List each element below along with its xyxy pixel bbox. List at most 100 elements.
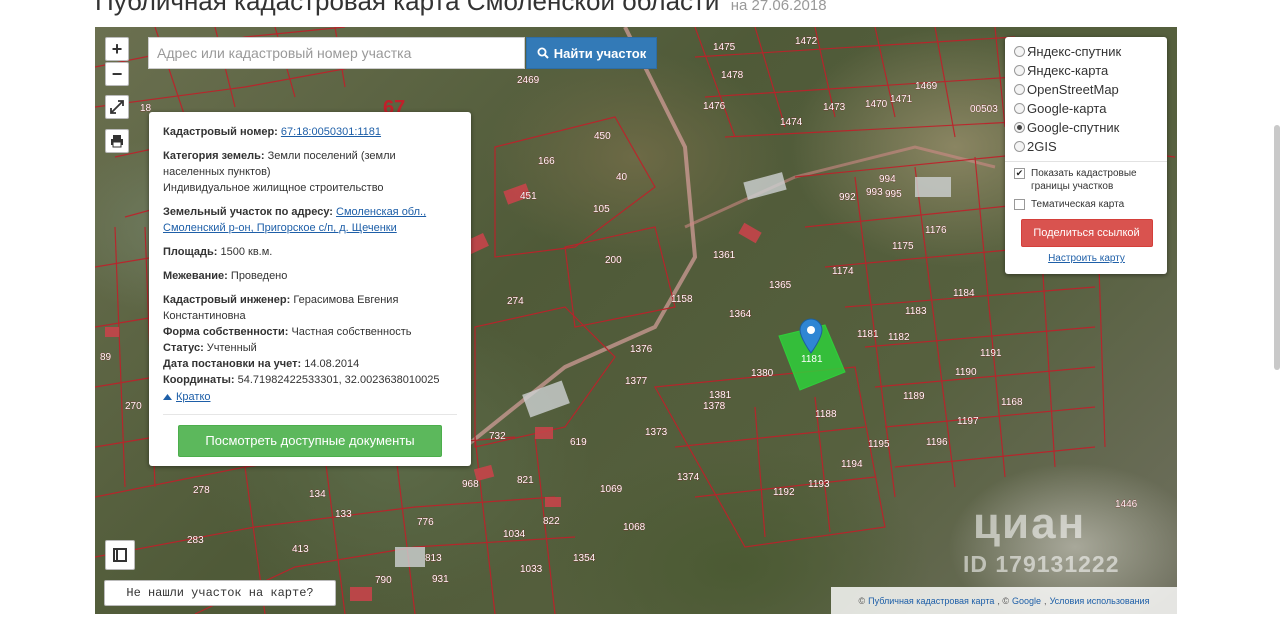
permitted-use-value: Индивидуальное жилищное строительство <box>163 182 384 194</box>
attribution-pkk-link[interactable]: Публичная кадастровая карта <box>868 596 994 606</box>
plot-label: 270 <box>125 401 142 412</box>
plot-label: 274 <box>507 296 524 307</box>
plot-label: 450 <box>594 131 611 142</box>
cadastral-number-label: Кадастровый номер: <box>163 126 278 138</box>
plot-label: 283 <box>187 535 204 546</box>
plot-label: 1184 <box>953 288 975 299</box>
plot-label: 1034 <box>503 529 526 540</box>
plot-label: 1183 <box>905 306 927 317</box>
plot-not-found-button[interactable]: Не нашли участок на карте? <box>104 580 336 606</box>
plot-label: 822 <box>543 516 560 527</box>
attribution-terms-link[interactable]: Условия использования <box>1050 596 1150 606</box>
print-button[interactable] <box>105 129 129 153</box>
engineer-label: Кадастровый инженер: <box>163 294 291 306</box>
plot-label: 1194 <box>841 459 863 470</box>
radio-icon <box>1014 65 1025 76</box>
zoom-in-button[interactable]: + <box>105 37 129 61</box>
plot-label: 1373 <box>645 427 668 438</box>
registration-date-label: Дата постановки на учет: <box>163 358 302 370</box>
plot-label: 1478 <box>721 70 744 81</box>
plot-label: 994 <box>879 174 896 185</box>
page-title-date: на 27.06.2018 <box>730 0 827 14</box>
share-link-button[interactable]: Поделиться ссылкой <box>1020 219 1153 247</box>
fullscreen-icon <box>110 100 124 114</box>
page-heading: Публичная кадастровая карта Смоленской о… <box>95 0 827 17</box>
zoom-out-button[interactable]: − <box>105 62 129 86</box>
plot-label: 790 <box>375 575 392 586</box>
layer-option-3[interactable]: Google-карта <box>1014 99 1159 118</box>
coordinates-value: 54.71982422533301, 32.0023638010025 <box>237 374 440 386</box>
layer-option-label: Яндекс-спутник <box>1027 44 1122 59</box>
plot-label: 992 <box>839 192 856 203</box>
plot-label: 1175 <box>892 241 914 252</box>
plot-label: 105 <box>593 204 610 215</box>
ruler-icon <box>113 548 127 562</box>
plot-label: 1381 <box>709 390 732 401</box>
layer-panel-divider <box>1005 161 1167 162</box>
survey-label: Межевание: <box>163 270 228 282</box>
plot-label: 40 <box>616 172 628 183</box>
page-scrollbar[interactable] <box>1274 125 1280 370</box>
thematic-map-checkbox[interactable]: Тематическая карта <box>1014 198 1159 211</box>
ownership-value: Частная собственность <box>291 326 412 338</box>
plot-label: 1158 <box>671 294 693 305</box>
layer-switcher-panel: Яндекс-спутник Яндекс-карта OpenStreetMap G… <box>1005 37 1167 274</box>
thematic-map-label: Тематическая карта <box>1031 199 1125 210</box>
show-borders-check-icon: ✔ <box>1014 168 1025 179</box>
attribution-separator: , © <box>997 595 1010 606</box>
registration-date-value: 14.08.2014 <box>304 358 360 370</box>
cadastral-number-link[interactable]: 67:18:0050301:1181 <box>281 126 381 138</box>
search-input[interactable] <box>148 37 525 69</box>
caret-up-icon <box>163 394 172 400</box>
plot-label: 1473 <box>823 102 846 113</box>
plot-label: 166 <box>538 156 555 167</box>
plot-label: 1181 <box>857 329 879 340</box>
layer-option-2[interactable]: OpenStreetMap <box>1014 80 1159 99</box>
plot-label: 995 <box>885 189 902 200</box>
area-value: 1500 кв.м. <box>220 246 273 258</box>
map-view[interactable]: 1475 1472 1478 2469 1476 1473 1474 1469 1470 1471… <box>95 27 1177 614</box>
layer-option-label: Яндекс-карта <box>1027 63 1109 78</box>
plot-label: 1189 <box>903 391 925 402</box>
plot-label: 1195 <box>868 439 890 450</box>
status-value: Учтенный <box>206 342 257 354</box>
layer-option-0[interactable]: Яндекс-спутник <box>1014 42 1159 61</box>
plot-label: 1190 <box>955 367 977 378</box>
address-label: Земельный участок по адресу: <box>163 206 333 218</box>
plot-label: 00503 <box>970 104 998 115</box>
fullscreen-button[interactable] <box>105 95 129 119</box>
find-plot-label: Найти участок <box>553 45 647 61</box>
coordinates-label: Координаты: <box>163 374 235 386</box>
plot-label: 1191 <box>980 348 1002 359</box>
plot-label: 776 <box>417 517 434 528</box>
plot-label: 993 <box>866 187 883 198</box>
view-documents-button[interactable]: Посмотреть доступные документы <box>178 425 442 457</box>
plot-label: 133 <box>335 509 352 520</box>
plot-label: 1377 <box>625 376 648 387</box>
layer-option-label: OpenStreetMap <box>1027 82 1119 97</box>
plot-label: 1380 <box>751 368 774 379</box>
configure-map-link[interactable]: Настроить карту <box>1014 253 1159 264</box>
plot-label: 1193 <box>808 479 830 490</box>
collapse-link[interactable]: Кратко <box>163 389 211 405</box>
attribution-comma: , <box>1044 595 1047 606</box>
plot-label: 968 <box>462 479 479 490</box>
plot-label: 1168 <box>1001 397 1023 408</box>
layer-option-1[interactable]: Яндекс-карта <box>1014 61 1159 80</box>
status-label: Статус: <box>163 342 204 354</box>
zoom-out-label: − <box>111 63 123 84</box>
attribution-google-link[interactable]: Google <box>1012 596 1041 606</box>
find-plot-button[interactable]: Найти участок <box>526 37 657 69</box>
page-title: Публичная кадастровая карта Смоленской о… <box>95 0 720 16</box>
plot-label: 1176 <box>925 225 947 236</box>
plot-label: 931 <box>432 574 449 585</box>
ruler-button[interactable] <box>105 540 135 570</box>
show-borders-checkbox[interactable]: ✔ Показать кадастровые границы участков <box>1014 167 1159 193</box>
layer-option-5[interactable]: 2GIS <box>1014 137 1159 156</box>
thematic-map-box <box>1014 199 1025 210</box>
layer-option-4[interactable]: Google-спутник <box>1014 118 1159 137</box>
plot-label: 1068 <box>623 522 646 533</box>
plot-label: 1361 <box>713 250 736 261</box>
plot-label: 1446 <box>1115 499 1138 510</box>
plot-label: 1474 <box>780 117 803 128</box>
